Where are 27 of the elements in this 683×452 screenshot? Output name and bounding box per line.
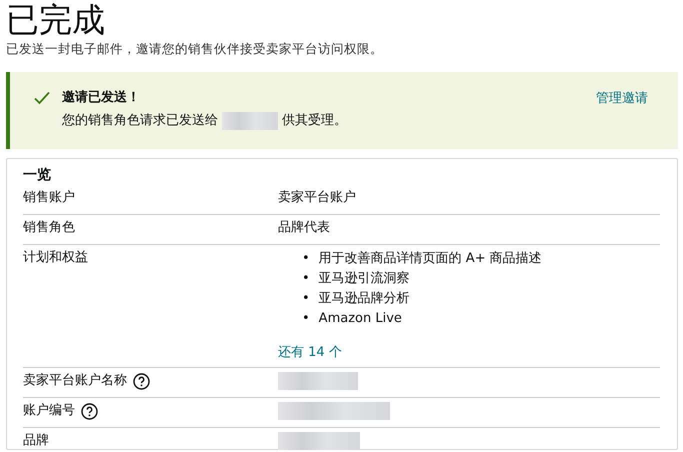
alert-message: 供其受理。 bbox=[282, 112, 347, 130]
field-label: 品牌 bbox=[23, 432, 49, 450]
overview-title: 一览 bbox=[23, 166, 52, 185]
field-value: 品牌代表 bbox=[278, 219, 331, 237]
bullet-marker: • bbox=[302, 270, 310, 288]
manage-invitations-link[interactable]: 管理邀请 bbox=[596, 89, 648, 107]
benefit-item: Amazon Live bbox=[318, 310, 402, 328]
benefit-item: 亚马逊引流洞察 bbox=[318, 270, 410, 288]
show-more-link[interactable]: 还有 14 个 bbox=[278, 345, 342, 360]
page-subtitle: 已发送一封电子邮件，邀请您的销售伙伴接受卖家平台访问权限。 bbox=[6, 41, 384, 57]
field-label: 销售账户 bbox=[23, 189, 75, 207]
alert-message: 您的销售角色请求已发送给 bbox=[62, 112, 218, 130]
help-icon[interactable] bbox=[133, 372, 150, 390]
checkmark-icon bbox=[34, 91, 50, 105]
field-label: 计划和权益 bbox=[23, 249, 88, 267]
benefit-item: 用于改善商品详情页面的 A+ 商品描述 bbox=[318, 250, 542, 268]
field-value: 卖家平台账户 bbox=[278, 189, 357, 207]
benefit-item: 亚马逊品牌分析 bbox=[318, 290, 410, 308]
field-label: 卖家平台账户名称 bbox=[23, 372, 127, 390]
page-title: 已完成 bbox=[6, 0, 106, 40]
help-icon[interactable] bbox=[81, 402, 98, 420]
alert-title: 邀请已发送！ bbox=[62, 89, 141, 106]
bullet-marker: • bbox=[302, 310, 310, 328]
field-label: 账户编号 bbox=[23, 402, 75, 420]
bullet-marker: • bbox=[302, 290, 310, 308]
field-label: 销售角色 bbox=[23, 219, 75, 237]
bullet-marker: • bbox=[302, 250, 310, 268]
